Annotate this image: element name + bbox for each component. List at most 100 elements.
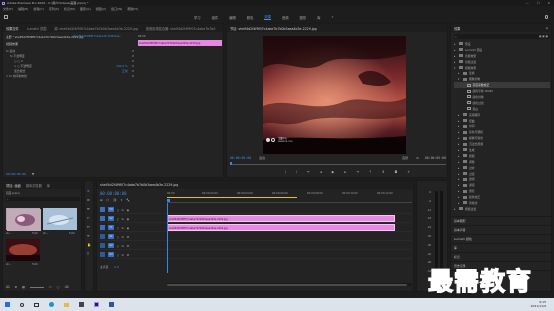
fit-dropdown[interactable]: 适合 [259, 156, 265, 160]
quality-dropdown[interactable]: 完整 [402, 156, 408, 160]
project-search-icon[interactable]: ⌕ [7, 198, 8, 201]
effect-control-value[interactable]: 正常 [122, 69, 128, 73]
home-icon[interactable] [4, 15, 8, 19]
menu-graphics[interactable]: 图形(G) [80, 7, 91, 11]
chevron-right-icon[interactable]: ▸ [458, 71, 461, 75]
track-target-toggle[interactable] [100, 207, 105, 212]
slip-tool-icon[interactable]: ↔ [87, 225, 91, 229]
tab-source[interactable]: 源: shelf4d2f4f9f07c4abe7b7b0b3aea4b3e-22… [54, 26, 138, 31]
track-mute-icon[interactable]: M [127, 253, 129, 257]
track-target-toggle[interactable] [100, 252, 105, 257]
menu-edit[interactable]: 编辑(E) [18, 7, 28, 11]
workspace-learn[interactable]: 学习 [194, 15, 201, 20]
track-sync-icon[interactable]: ⇆ [121, 208, 123, 212]
menu-marker[interactable]: 标记(M) [64, 7, 75, 11]
track-sync-icon[interactable]: ⇆ [121, 244, 123, 248]
chevron-right-icon[interactable]: ▸ [458, 160, 461, 164]
timeline-clip[interactable]: shelf4d2f4f9f07c4abe7b7b0b3aea4b3e-2229.… [167, 224, 395, 231]
go-to-out-icon[interactable]: ⇥ [356, 170, 359, 174]
track-lock-icon[interactable]: ▯ [117, 235, 118, 239]
chevron-down-icon[interactable]: ▾ [458, 77, 461, 81]
track-target-toggle[interactable] [100, 216, 105, 221]
collapsed-panel-header[interactable]: Lumetri 颜色 [451, 234, 553, 243]
chevron-right-icon[interactable]: ▸ [458, 177, 461, 181]
windows-icon[interactable] [5, 302, 10, 307]
chevron-right-icon[interactable]: ▸ [458, 148, 461, 152]
track-header[interactable]: V3 ▯ ⇆ ◉ [100, 206, 164, 213]
workspace-graphics[interactable]: 图形 [300, 15, 307, 20]
work-area-bar[interactable] [167, 197, 297, 199]
settings-icon[interactable]: ⚙ [416, 156, 419, 160]
workspace-more-icon[interactable]: » [331, 15, 333, 19]
track-header[interactable]: A3 ▯ ⇆ M [100, 251, 164, 258]
word-icon[interactable] [109, 302, 114, 307]
track-target-toggle[interactable] [100, 225, 105, 230]
chevron-right-icon[interactable]: ▸ [458, 166, 461, 170]
effect-control-row[interactable]: > fx 时间重映射 ↺ [6, 73, 134, 78]
program-scrubber[interactable] [230, 162, 446, 165]
chevron-right-icon[interactable]: ▸ [458, 119, 461, 123]
new-bin-icon[interactable]: ▭ [49, 285, 52, 289]
chevron-right-icon[interactable]: ▸ [458, 201, 461, 205]
collapsed-panel-header[interactable]: 基本图形 [451, 216, 553, 225]
collapsed-panel-header[interactable]: 基本声音 [451, 225, 553, 234]
reset-icon[interactable]: ↺ [132, 74, 134, 78]
add-button-icon[interactable]: + [407, 170, 410, 174]
reset-icon[interactable]: ↺ [132, 69, 134, 73]
menu-help[interactable]: 帮助(H) [127, 7, 138, 11]
workspace-assembly[interactable]: 组件 [212, 15, 219, 20]
effect-controls-timecode[interactable]: 00:00:00:00 [6, 172, 26, 176]
track-mute-icon[interactable]: M [127, 244, 129, 248]
reset-icon[interactable]: ↺ [132, 64, 134, 68]
track-eye-icon[interactable]: ◉ [127, 208, 129, 212]
track-lock-icon[interactable]: ▯ [117, 217, 118, 221]
menu-view[interactable]: 视图(V) [96, 7, 106, 11]
chevron-right-icon[interactable]: ▸ [458, 124, 461, 128]
track-header[interactable]: V1 ▯ ⇆ ◉ [100, 224, 164, 231]
add-marker-icon[interactable]: ▾ [121, 198, 123, 202]
store-icon[interactable] [79, 302, 84, 307]
track-lock-icon[interactable]: ▯ [117, 208, 118, 212]
close-button[interactable]: ✕ [547, 1, 550, 5]
zoom-slider[interactable] [29, 286, 44, 288]
track-target-toggle[interactable] [100, 243, 105, 248]
icon-view-icon[interactable]: ▦ [22, 285, 25, 289]
pen-tool-icon[interactable]: ✒ [87, 234, 91, 238]
step-forward-icon[interactable]: ▸ [344, 170, 346, 174]
program-viewer[interactable]: 宝藏中心 WWW.XX.COM [263, 36, 406, 154]
timeline-clip[interactable]: shelf4d2f4f9f07c4abe7b7b0b3aea4b3e-2229.… [167, 215, 395, 222]
track-lock-icon[interactable]: ▯ [117, 253, 118, 257]
workspace-effects[interactable]: 效果 [264, 14, 271, 20]
timeline-ruler[interactable]: 00:00 00:00:02:00 00:00:04:00 00:00:06:00 00… [167, 191, 412, 203]
project-thumb-2[interactable] [43, 208, 77, 230]
tab-effects[interactable]: 效果 [454, 26, 460, 31]
workspace-editing[interactable]: 编辑 [229, 15, 236, 20]
reset-icon[interactable]: ↺ [132, 59, 134, 63]
chevron-right-icon[interactable]: ▸ [454, 60, 457, 64]
scrubber-playhead[interactable] [230, 162, 232, 165]
linked-select-icon[interactable]: ⛓ [113, 198, 117, 202]
master-track-value[interactable]: 0.0 [114, 265, 118, 269]
menu-file[interactable]: 文件(F) [3, 7, 13, 11]
project-thumb-1[interactable] [6, 208, 41, 231]
workspace-color[interactable]: 颜色 [247, 15, 254, 20]
hand-tool-icon[interactable]: ✋ [87, 243, 91, 247]
nest-toggle-icon[interactable]: ⊞ [100, 198, 103, 202]
effect-control-value[interactable]: 100.0 % [116, 64, 128, 68]
tab-libraries[interactable]: 库 [47, 183, 50, 188]
tab-program[interactable]: 节目: shelf4d2f4f9f07c4abe7b7b0b3aea4b3e-2… [230, 26, 317, 31]
reset-icon[interactable]: ↺ [132, 49, 134, 53]
lift-icon[interactable]: ⇡ [369, 170, 372, 174]
track-header[interactable]: A1 ▯ ⇆ M [100, 233, 164, 240]
task-view-icon[interactable] [34, 302, 39, 307]
workspace-search-icon[interactable] [544, 15, 548, 19]
tab-audio-clip-mixer[interactable]: 音频剪辑混合器: shelf4d2f4f9f07c4abe7b7b0 [146, 26, 215, 31]
tab-effect-controls[interactable]: 效果控件 [6, 26, 19, 31]
reset-icon[interactable]: ↺ [132, 54, 134, 58]
premiere-icon[interactable] [94, 302, 99, 307]
chevron-right-icon[interactable]: ▸ [458, 113, 461, 117]
chevron-right-icon[interactable]: ▸ [454, 48, 457, 52]
tab-lumetri-scopes[interactable]: Lumetri 范围 [27, 26, 47, 31]
collapsed-panel-header[interactable]: 标记 [451, 252, 553, 261]
track-select-tool-icon[interactable]: ⇛ [87, 198, 91, 202]
